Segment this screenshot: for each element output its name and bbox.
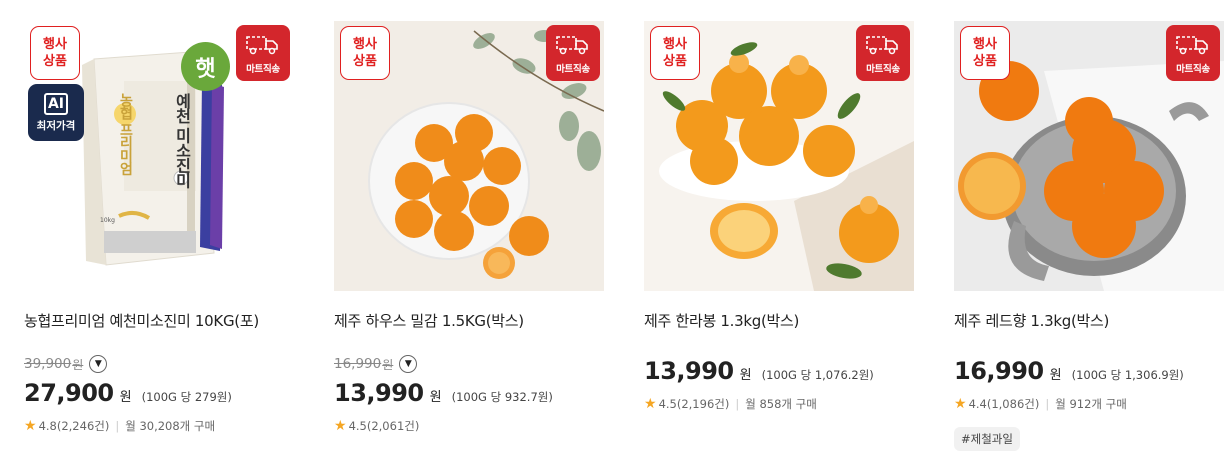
divider: | [735,397,740,411]
ai-icon: AI [44,92,68,115]
monthly-purchases: 월 858개 구매 [745,397,817,411]
sale-price: 16,990 [954,357,1044,385]
product-card[interactable]: 행사 상품 마트직송 제주 한라봉 1.3kg(박스) 13,990 원 (10… [644,21,914,459]
price-currency: 원 [1049,368,1062,383]
star-icon: ★ [24,418,37,434]
truck-icon [556,36,588,55]
event-badge: 행사 상품 [650,26,700,80]
truck-icon [866,36,898,55]
mart-delivery-badge: 마트직송 [856,25,910,81]
review-row: ★ 4.4(1,086건) | 월 912개 구매 [954,396,1127,412]
unit-price: (100G 당 1,076.2원) [761,368,874,382]
package-weight-text: 10kg [100,217,115,224]
event-badge: 행사 상품 [960,26,1010,80]
chevron-down-icon[interactable]: ▼ [89,355,108,373]
event-badge-line1: 행사 [353,37,377,52]
mart-delivery-badge: 마트직송 [236,25,290,81]
monthly-purchases: 월 30,208개 구매 [125,419,216,433]
sale-price: 13,990 [334,379,424,407]
package-product-text: 예천 미소진미 [172,93,192,188]
original-price-currency: 원 [382,357,394,372]
event-badge-line1: 행사 [663,37,687,52]
star-icon: ★ [644,396,657,412]
chevron-down-icon[interactable]: ▼ [399,355,418,373]
original-price: 39,900 [24,356,72,372]
package-print: 예천 미소진미 농협 프리미엄 [98,93,210,203]
unit-price: (100G 당 1,306.9원) [1071,368,1184,382]
price-row: 16,990 원 (100G 당 1,306.9원) [954,357,1184,385]
rating-text: 4.5(2,196건) [658,397,730,411]
review-row: ★ 4.5(2,196건) | 월 858개 구매 [644,396,817,412]
event-badge-line2: 상품 [973,54,997,69]
event-badge-line2: 상품 [663,54,687,69]
original-price: 16,990 [334,356,382,372]
unit-price: (100G 당 932.7원) [451,390,553,404]
package-brand-text: 농협 프리미엄 [117,93,134,175]
divider: | [115,419,120,433]
rating-text: 4.8(2,246건) [38,419,110,433]
product-image[interactable]: 행사 상품 마트직송 [954,21,1224,291]
product-card[interactable]: 예천 미소진미 농협 프리미엄 10kg 행사 상품 AI 최저가격 햇 마트직… [24,21,294,459]
original-price-row: 16,990 원 ▼ [334,355,418,373]
sale-price: 27,900 [24,379,114,407]
event-badge: 행사 상품 [340,26,390,80]
event-badge-line1: 행사 [973,37,997,52]
new-harvest-badge: 햇 [181,42,230,91]
product-card[interactable]: 행사 상품 마트직송 제주 레드향 1.3kg(박스) 16,990 원 (10… [954,21,1224,459]
rating-text: 4.5(2,061건) [348,419,420,433]
product-image[interactable]: 행사 상품 마트직송 [334,21,604,291]
ai-badge-label: 최저가격 [36,119,76,132]
mart-delivery-badge: 마트직송 [546,25,600,81]
price-row: 27,900 원 (100G 당 279원) [24,379,232,407]
review-row: ★ 4.8(2,246건) | 월 30,208개 구매 [24,418,215,434]
mart-delivery-label: 마트직송 [246,64,280,75]
monthly-purchases: 월 912개 구매 [1055,397,1127,411]
star-icon: ★ [334,418,347,434]
original-price-row: 39,900 원 ▼ [24,355,108,373]
event-badge-line2: 상품 [43,54,67,69]
product-image[interactable]: 행사 상품 마트직송 [644,21,914,291]
truck-icon [1176,36,1208,55]
divider: | [1045,397,1050,411]
event-badge-line2: 상품 [353,54,377,69]
truck-icon [246,36,278,55]
mart-delivery-badge: 마트직송 [1166,25,1220,81]
product-name[interactable]: 제주 한라봉 1.3kg(박스) [644,310,914,331]
product-name[interactable]: 제주 하우스 밀감 1.5KG(박스) [334,310,604,331]
price-row: 13,990 원 (100G 당 1,076.2원) [644,357,874,385]
product-name[interactable]: 제주 레드향 1.3kg(박스) [954,310,1224,331]
original-price-currency: 원 [72,357,84,372]
product-card[interactable]: 행사 상품 마트직송 제주 하우스 밀감 1.5KG(박스) 16,990 원 … [334,21,604,459]
product-grid: 예천 미소진미 농협 프리미엄 10kg 행사 상품 AI 최저가격 햇 마트직… [0,0,1232,459]
star-icon: ★ [954,396,967,412]
rating-text: 4.4(1,086건) [968,397,1040,411]
event-badge: 행사 상품 [30,26,80,80]
mart-delivery-label: 마트직송 [556,64,590,75]
price-row: 13,990 원 (100G 당 932.7원) [334,379,553,407]
ai-lowest-price-badge: AI 최저가격 [28,84,84,141]
unit-price: (100G 당 279원) [141,390,232,404]
review-row: ★ 4.5(2,061건) [334,418,419,434]
price-currency: 원 [119,390,132,405]
product-name[interactable]: 농협프리미엄 예천미소진미 10KG(포) [24,310,294,331]
mart-delivery-label: 마트직송 [1176,64,1210,75]
hashtag-chip[interactable]: #제철과일 [954,427,1020,451]
event-badge-line1: 행사 [43,37,67,52]
price-currency: 원 [429,390,442,405]
sale-price: 13,990 [644,357,734,385]
price-currency: 원 [739,368,752,383]
mart-delivery-label: 마트직송 [866,64,900,75]
product-image[interactable]: 예천 미소진미 농협 프리미엄 10kg 행사 상품 AI 최저가격 햇 마트직… [24,21,294,291]
